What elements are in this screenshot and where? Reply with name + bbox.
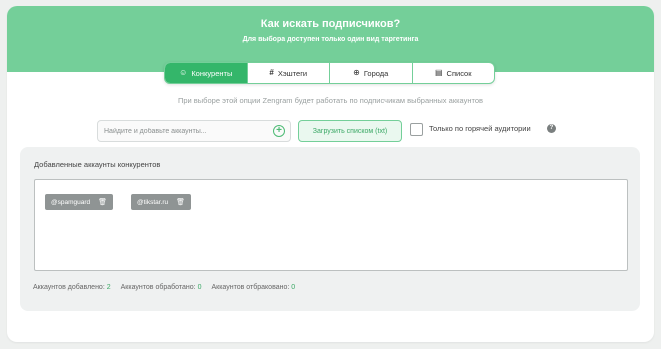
account-search: + xyxy=(97,120,291,142)
stat-value: 2 xyxy=(106,284,111,291)
stat-value: 0 xyxy=(291,284,296,291)
account-name: @spamguard xyxy=(51,198,91,206)
upload-list-button[interactable]: Загрузить списком (txt) xyxy=(298,120,402,142)
trash-icon[interactable]: 🗑 xyxy=(98,198,107,206)
stat-label: Аккаунтов добавлено: xyxy=(33,284,105,291)
tab-label: Список xyxy=(446,68,472,78)
trash-icon[interactable]: 🗑 xyxy=(176,198,185,206)
search-input[interactable] xyxy=(104,124,264,138)
stat-processed: Аккаунтов обработано: 0 xyxy=(121,284,202,291)
list-icon: ▤ xyxy=(434,68,443,77)
hot-audience-label: Только по горячей аудитории xyxy=(429,124,531,133)
account-name: @tikstar.ru xyxy=(137,198,169,206)
account-chip: @spamguard 🗑 xyxy=(45,194,114,210)
competitors-panel: Добавленные аккаунты конкурентов @spamgu… xyxy=(20,147,640,311)
tab-hashtags[interactable]: # Хэштеги xyxy=(248,63,330,83)
hot-audience-checkbox[interactable] xyxy=(410,123,423,136)
tab-list[interactable]: ▤ Список xyxy=(413,63,495,83)
tab-label: Конкуренты xyxy=(191,68,233,78)
targeting-tabs: ☺ Конкуренты # Хэштеги ⊕ Города ▤ Список xyxy=(164,62,495,84)
stat-rejected: Аккаунтов отбраковано: 0 xyxy=(211,284,295,291)
account-chip: @tikstar.ru 🗑 xyxy=(131,194,192,210)
accounts-box[interactable]: @spamguard 🗑 @tikstar.ru 🗑 xyxy=(34,179,628,271)
account-stats: Аккаунтов добавлено: 2 Аккаунтов обработ… xyxy=(33,284,295,291)
globe-icon: ⊕ xyxy=(353,68,360,77)
tab-label: Хэштеги xyxy=(277,68,308,78)
add-account-icon[interactable]: + xyxy=(273,125,285,137)
tab-competitors[interactable]: ☺ Конкуренты xyxy=(165,63,248,83)
competitors-icon: ☺ xyxy=(179,68,188,77)
tab-label: Города xyxy=(363,68,389,78)
hashtag-icon: # xyxy=(269,68,274,77)
stat-label: Аккаунтов обработано: xyxy=(120,284,196,291)
stat-value: 0 xyxy=(197,284,202,291)
help-icon[interactable]: ? xyxy=(547,124,556,133)
panel-title: Добавленные аккаунты конкурентов xyxy=(34,160,161,169)
page-subtitle: Для выбора доступен только один вид тарг… xyxy=(242,36,419,43)
page-title: Как искать подписчиков? xyxy=(260,18,401,30)
targeting-card: Как искать подписчиков? Для выбора досту… xyxy=(7,6,654,342)
stat-added: Аккаунтов добавлено: 2 xyxy=(33,284,111,291)
tab-cities[interactable]: ⊕ Города xyxy=(330,63,413,83)
stat-label: Аккаунтов отбраковано: xyxy=(211,284,290,291)
option-hint: При выборе этой опции Zengram будет рабо… xyxy=(177,96,484,105)
